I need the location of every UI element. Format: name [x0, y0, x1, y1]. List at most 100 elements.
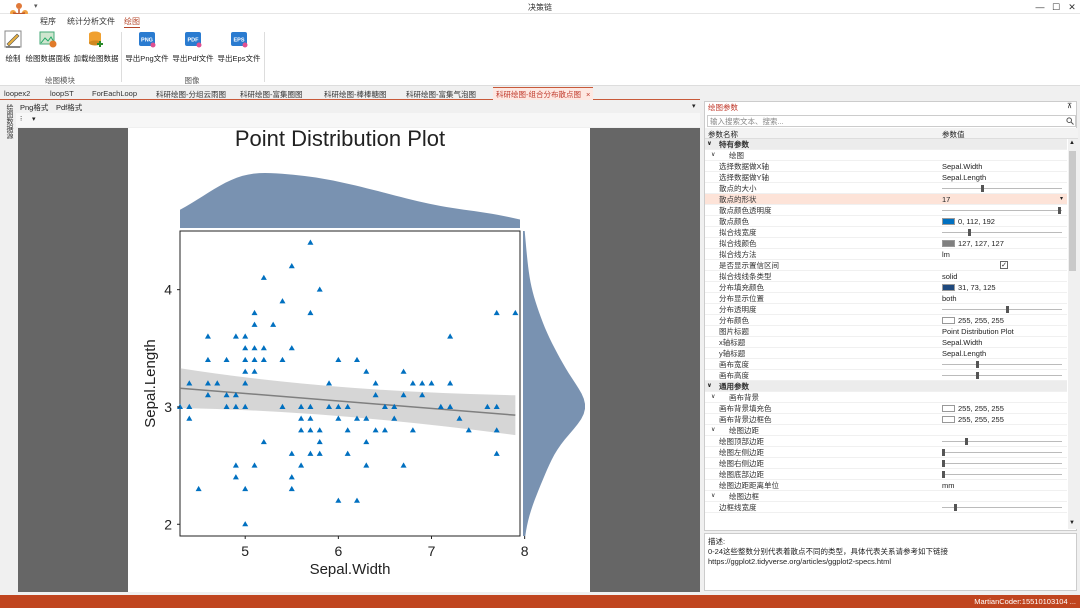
- minimize-button[interactable]: —: [1033, 1, 1047, 13]
- document-tab-6[interactable]: 科研绘图-富集气泡图: [406, 89, 476, 100]
- property-row[interactable]: 画布背景边框色 255, 255, 255: [705, 414, 1067, 425]
- property-row[interactable]: 拟合线颜色 127, 127, 127: [705, 238, 1067, 249]
- property-row[interactable]: 图片标题 Point Distribution Plot: [705, 326, 1067, 337]
- property-row[interactable]: 绘图左侧边距: [705, 447, 1067, 458]
- property-row[interactable]: 拟合线线条类型 solid: [705, 271, 1067, 282]
- tab-pdf-format[interactable]: Pdf格式: [56, 102, 82, 113]
- collapse-chevron-icon[interactable]: ∨: [711, 491, 715, 502]
- property-slider[interactable]: [942, 306, 1062, 313]
- property-row[interactable]: 画布背景填充色 255, 255, 255: [705, 403, 1067, 414]
- document-tab-1[interactable]: loopST: [50, 89, 74, 98]
- property-value[interactable]: Sepal.Length: [942, 348, 986, 359]
- property-value[interactable]: 17: [942, 194, 950, 205]
- property-row[interactable]: 绘图顶部边距: [705, 436, 1067, 447]
- collapse-chevron-icon[interactable]: ∨: [711, 425, 715, 436]
- property-search-input[interactable]: 输入搜索文本、搜索...: [707, 115, 1076, 127]
- property-row[interactable]: 拟合线方法 lm: [705, 249, 1067, 260]
- property-row[interactable]: 分布显示位置 both: [705, 293, 1067, 304]
- draw-button[interactable]: 绘制: [3, 30, 23, 64]
- ribbon-tab-2[interactable]: 绘图: [124, 16, 140, 28]
- color-value[interactable]: 0, 112, 192: [942, 216, 995, 227]
- property-subcategory[interactable]: ∨ 画布背景: [705, 392, 1067, 403]
- document-tab-4[interactable]: 科研绘图-富集圈图: [240, 89, 303, 100]
- property-slider[interactable]: [942, 460, 1062, 467]
- property-row[interactable]: 选择数据做Y轴 Sepal.Length: [705, 172, 1067, 183]
- ribbon-tab-1[interactable]: 统计分析文件: [67, 16, 115, 27]
- quick-access-dropdown-icon[interactable]: ▾: [34, 2, 38, 10]
- property-value[interactable]: Point Distribution Plot: [942, 326, 1014, 337]
- property-subcategory[interactable]: ∨ 绘图边距: [705, 425, 1067, 436]
- property-row[interactable]: 是否显示置信区间 ✓: [705, 260, 1067, 271]
- slider-thumb[interactable]: [980, 185, 984, 192]
- slider-thumb[interactable]: [942, 460, 945, 467]
- property-value[interactable]: Sepal.Width: [942, 161, 982, 172]
- export-pdf-button[interactable]: PDF 导出Pdf文件: [170, 30, 216, 64]
- dropdown-icon[interactable]: ▾: [1060, 194, 1063, 205]
- property-checkbox[interactable]: ✓: [1000, 261, 1008, 269]
- scroll-down-icon[interactable]: ▼: [1069, 520, 1075, 526]
- property-slider[interactable]: [942, 207, 1062, 214]
- document-tab-2[interactable]: ForEachLoop: [92, 89, 137, 98]
- property-row[interactable]: y轴标题 Sepal.Length: [705, 348, 1067, 359]
- property-row[interactable]: 画布宽度: [705, 359, 1067, 370]
- property-row[interactable]: 分布透明度: [705, 304, 1067, 315]
- search-icon[interactable]: [1066, 117, 1074, 125]
- slider-thumb[interactable]: [965, 438, 969, 445]
- property-slider[interactable]: [942, 361, 1062, 368]
- property-slider[interactable]: [942, 471, 1062, 478]
- color-swatch[interactable]: [942, 405, 955, 412]
- toolbar-dropdown-icon[interactable]: ▾: [32, 115, 36, 123]
- property-row[interactable]: 散点颜色 0, 112, 192: [705, 216, 1067, 227]
- property-value[interactable]: Sepal.Width: [942, 337, 982, 348]
- close-tab-icon[interactable]: ×: [586, 90, 590, 99]
- load-plot-data-button[interactable]: 加载绘图数据: [73, 30, 119, 64]
- property-row[interactable]: 绘图边距距离单位 mm: [705, 480, 1067, 491]
- color-value[interactable]: 255, 255, 255: [942, 414, 1004, 425]
- plot-data-source-side-tab[interactable]: 绘图数据源: [2, 104, 14, 154]
- property-row[interactable]: 分布填充颜色 31, 73, 125: [705, 282, 1067, 293]
- property-value[interactable]: solid: [942, 271, 957, 282]
- property-value[interactable]: lm: [942, 249, 950, 260]
- collapse-chevron-icon[interactable]: ∨: [711, 392, 715, 403]
- color-swatch[interactable]: [942, 240, 955, 247]
- property-value[interactable]: mm: [942, 480, 955, 491]
- property-row[interactable]: 绘图底部边距: [705, 469, 1067, 480]
- color-swatch[interactable]: [942, 416, 955, 423]
- property-value[interactable]: Sepal.Length: [942, 172, 986, 183]
- slider-thumb[interactable]: [953, 504, 957, 511]
- property-row[interactable]: 散点的形状 17 ▾: [705, 194, 1067, 205]
- slider-thumb[interactable]: [1057, 207, 1061, 214]
- document-tab-3[interactable]: 科研绘图-分组云雨图: [156, 89, 226, 100]
- document-tab-5[interactable]: 科研绘图-棒棒糖图: [324, 89, 387, 100]
- plot-data-panel-button[interactable]: 绘图数据面板: [25, 30, 71, 64]
- property-grid-scrollbar[interactable]: ▲ ▼: [1068, 139, 1077, 529]
- export-eps-button[interactable]: EPS 导出Eps文件: [216, 30, 262, 64]
- document-tab-7[interactable]: 科研绘图-组合分布散点图 ×: [493, 87, 594, 100]
- export-png-button[interactable]: PNG 导出Png文件: [124, 30, 170, 64]
- property-row[interactable]: 边框线宽度: [705, 502, 1067, 513]
- color-value[interactable]: 127, 127, 127: [942, 238, 1004, 249]
- slider-thumb[interactable]: [942, 449, 945, 456]
- color-value[interactable]: 255, 255, 255: [942, 315, 1004, 326]
- color-swatch[interactable]: [942, 218, 955, 225]
- property-value[interactable]: both: [942, 293, 957, 304]
- property-slider[interactable]: [942, 438, 1062, 445]
- close-button[interactable]: ✕: [1065, 1, 1079, 13]
- property-row[interactable]: 绘图右侧边距: [705, 458, 1067, 469]
- property-row[interactable]: 画布高度: [705, 370, 1067, 381]
- property-row[interactable]: x轴标题 Sepal.Width: [705, 337, 1067, 348]
- property-row[interactable]: 散点颜色透明度: [705, 205, 1067, 216]
- pin-icon[interactable]: ⊼: [1067, 102, 1072, 110]
- color-swatch[interactable]: [942, 317, 955, 324]
- scroll-up-icon[interactable]: ▲: [1069, 140, 1075, 146]
- property-slider[interactable]: [942, 185, 1062, 192]
- slider-thumb[interactable]: [967, 229, 971, 236]
- slider-thumb[interactable]: [1006, 306, 1010, 313]
- color-value[interactable]: 255, 255, 255: [942, 403, 1004, 414]
- property-row[interactable]: 分布颜色 255, 255, 255: [705, 315, 1067, 326]
- maximize-button[interactable]: ☐: [1049, 1, 1063, 13]
- property-category[interactable]: ∨ 特有参数: [705, 139, 1067, 150]
- property-slider[interactable]: [942, 229, 1062, 236]
- scroll-thumb[interactable]: [1069, 151, 1076, 271]
- slider-thumb[interactable]: [975, 361, 979, 368]
